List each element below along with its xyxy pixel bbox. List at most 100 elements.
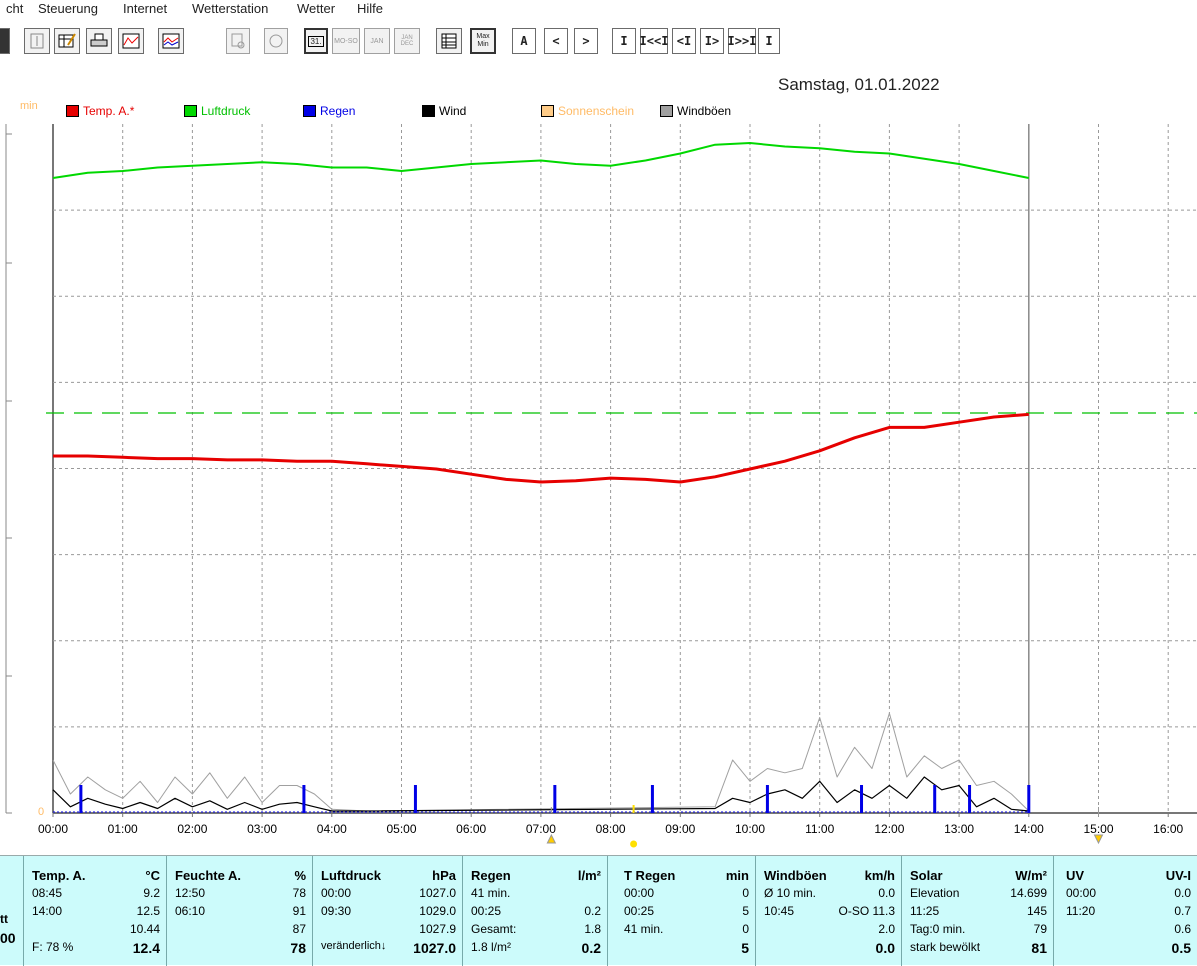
feuchte-r1b: 78 (292, 886, 306, 900)
col-uv: UV UV-I 00:00 0.0 11:20 0.7 0.6 0.5 (1054, 856, 1197, 966)
menu-hilfe[interactable]: Hilfe (357, 1, 383, 16)
first-button[interactable]: I (612, 28, 636, 54)
gauge-icon[interactable] (24, 28, 50, 54)
multi-chart-icon[interactable] (158, 28, 184, 54)
temp-h1: Temp. A. (32, 868, 86, 883)
menu-ansicht[interactable]: cht (6, 1, 23, 16)
wind-r1a: Ø 10 min. (764, 886, 817, 900)
menu-internet[interactable]: Internet (123, 1, 167, 16)
tregen-row-0: T Regen min (608, 866, 755, 884)
x-tick-label: 07:00 (526, 822, 556, 836)
tregen-r1a: 00:00 (624, 886, 655, 900)
line-chart-icon[interactable] (118, 28, 144, 54)
regen-h2: l/m² (577, 868, 601, 883)
wind-h1: Windböen (764, 868, 827, 883)
regen-r3a: Gesamt: (471, 922, 517, 936)
uv-r1b: 0.0 (1174, 886, 1191, 900)
wind-r2b: O-SO 11.3 (838, 904, 895, 918)
solar-row-0: Solar W/m² (902, 866, 1053, 884)
tregen-r2a: 00:25 (624, 904, 655, 918)
weather-plot[interactable]: 0 00:00 01:00 02:00 03:00 04:00 05:00 06:00 07:0… (0, 66, 1197, 856)
tregen-r1b: 0 (742, 886, 749, 900)
temp-r4b: 12.4 (132, 940, 160, 956)
temp-r1b: 9.2 (143, 886, 160, 900)
auto-button[interactable]: A (512, 28, 536, 54)
export-icon[interactable] (226, 28, 250, 54)
regen-h1: Regen (471, 868, 511, 883)
week-view-button[interactable]: MO-SO (332, 28, 360, 54)
solar-r4a: stark bewölkt (910, 940, 981, 954)
year-view-button[interactable]: JAN DEC (394, 28, 420, 54)
col-temp: Temp. A. °C 08:45 9.2 14:00 12.5 10.44 F: 78 % 1… (24, 856, 167, 966)
solar-r3b: 79 (1033, 922, 1047, 936)
temp-r1a: 08:45 (32, 886, 63, 900)
compass-icon[interactable] (264, 28, 288, 54)
tregen-r3a: 41 min. (624, 922, 664, 936)
temp-row-4: F: 78 % 12.4 (24, 938, 166, 956)
next-button[interactable]: > (574, 28, 598, 54)
temp-row-3: 10.44 (24, 920, 166, 938)
sun-noon-icon (630, 840, 638, 848)
feuchte-r4b: 78 (290, 940, 306, 956)
x-tick-label: 00:00 (38, 822, 68, 836)
year-view-label: JAN DEC (400, 35, 414, 47)
regen-r4a: 1.8 l/m² (471, 940, 512, 954)
forward-fast-button[interactable]: I>>I (728, 28, 756, 54)
col-tregen: T Regen min 00:00 0 00:25 5 41 min. 0 5 (608, 856, 756, 966)
rewind-button[interactable]: <I (672, 28, 696, 54)
col-regen: Regen l/m² 41 min. 00:25 0.2 Gesamt: 1.8 1.8 l/… (463, 856, 608, 966)
solar-h2: W/m² (1015, 868, 1047, 883)
wind-r3b: 2.0 (878, 922, 895, 936)
x-tick-label: 05:00 (386, 822, 416, 836)
feuchte-h2: % (294, 868, 306, 883)
tregen-row-2: 00:25 5 (608, 902, 755, 920)
x-tick-label: 08:00 (596, 822, 626, 836)
solar-row-4: stark bewölkt 81 (902, 938, 1053, 956)
wind-row-1: Ø 10 min. 0.0 (756, 884, 901, 902)
luft-r1b: 1027.0 (419, 886, 456, 900)
solar-r1a: Elevation (910, 886, 960, 900)
menu-steuerung[interactable]: Steuerung (38, 1, 98, 16)
uv-r2a: 11:20 (1066, 904, 1096, 918)
day-view-label: 31. (308, 35, 324, 47)
temp-row-1: 08:45 9.2 (24, 884, 166, 902)
record-icon[interactable] (0, 28, 10, 54)
luft-h1: Luftdruck (321, 868, 381, 883)
temp-r3b: 10.44 (129, 922, 160, 936)
feuchte-h1: Feuchte A. (175, 868, 241, 883)
day-view-button[interactable]: 31. (304, 28, 328, 54)
luft-row-4: veränderlich↓ 1027.0 (313, 938, 462, 956)
last-button[interactable]: I (758, 28, 780, 54)
tregen-h1: T Regen (624, 868, 676, 883)
uv-row-1: 00:00 0.0 (1054, 884, 1197, 902)
rewind-fast-button[interactable]: I<<I (640, 28, 668, 54)
temp-h2: °C (145, 868, 160, 883)
solar-r1b: 14.699 (1010, 886, 1047, 900)
table-view-icon[interactable] (436, 28, 462, 54)
x-tick-label: 06:00 (456, 822, 486, 836)
feuchte-row-0: Feuchte A.% (167, 866, 312, 884)
maxmin-button[interactable]: Max Min (470, 28, 496, 54)
table-edit-icon[interactable] (54, 28, 80, 54)
x-tick-label: 02:00 (177, 822, 207, 836)
solar-r2a: 11:25 (910, 904, 940, 918)
x-tick-label: 15:00 (1083, 822, 1113, 836)
menu-wetter[interactable]: Wetter (297, 1, 335, 16)
forward-button[interactable]: I> (700, 28, 724, 54)
x-tick-label: 14:00 (1014, 822, 1044, 836)
x-tick-label: 01:00 (108, 822, 138, 836)
uv-row-4: 0.5 (1054, 938, 1197, 956)
solar-r3a: Tag:0 min. (910, 922, 966, 936)
month-view-button[interactable]: JAN (364, 28, 390, 54)
feuchte-row-3: 87 (167, 920, 312, 938)
feuchte-r1a: 12:50 (175, 886, 206, 900)
print-icon[interactable] (86, 28, 112, 54)
prev-button[interactable]: < (544, 28, 568, 54)
feuchte-row-2: 06:10 91 (167, 902, 312, 920)
menu-bar: cht Steuerung Internet Wetterstation Wet… (0, 0, 1197, 20)
menu-wetterstation[interactable]: Wetterstation (192, 1, 268, 16)
uv-h1: UV (1066, 868, 1085, 883)
x-tick-label: 09:00 (665, 822, 695, 836)
feuchte-row-4: 78 (167, 938, 312, 956)
regen-row-1: 41 min. (463, 884, 607, 902)
